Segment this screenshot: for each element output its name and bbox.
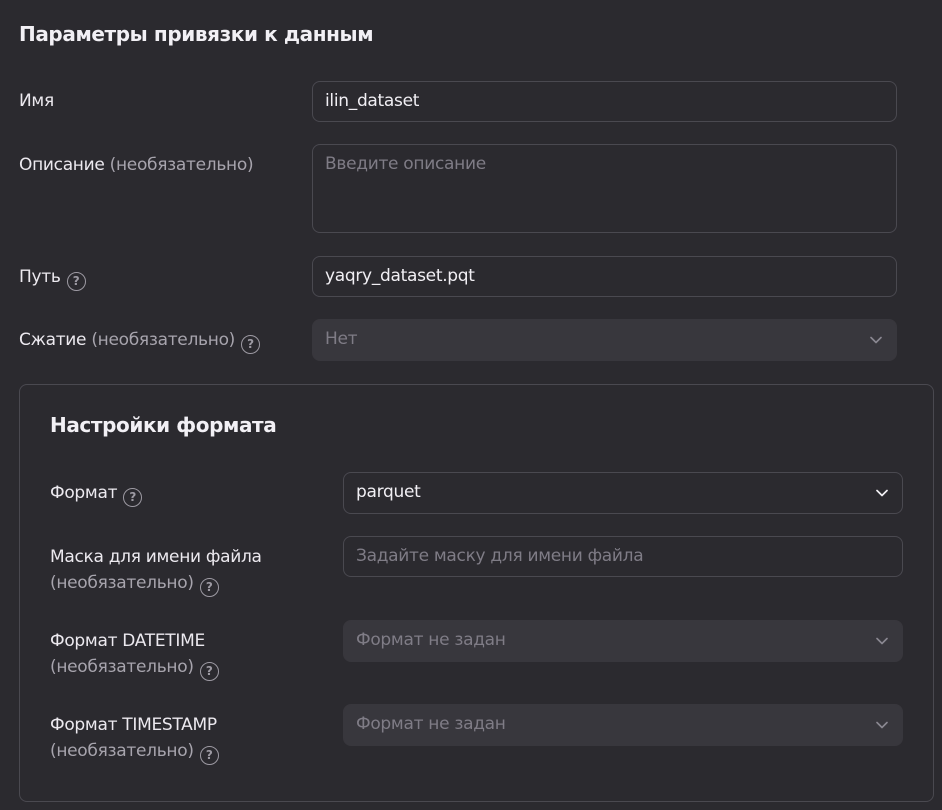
description-textarea[interactable]: Введите описание — [312, 144, 897, 233]
description-label-text: Описание — [19, 155, 105, 175]
compression-select-value: Нет — [325, 329, 358, 349]
format-settings-title: Настройки формата — [50, 413, 277, 437]
path-label: Путь? — [19, 264, 86, 291]
chevron-down-icon — [876, 489, 888, 497]
file-mask-input[interactable]: Задайте маску для имени файла — [343, 536, 903, 577]
datetime-format-select[interactable]: Формат не задан — [343, 620, 903, 662]
file-mask-optional-text: (необязательно) — [50, 573, 194, 593]
section-title: Параметры привязки к данным — [19, 22, 374, 46]
description-optional-text: (необязательно) — [109, 155, 254, 175]
datetime-format-label: Формат DATETIME (необязательно)? — [50, 628, 219, 681]
chevron-down-icon — [876, 637, 888, 645]
name-input-value: ilin_dataset — [325, 91, 420, 111]
chevron-down-icon — [870, 336, 882, 344]
description-label: Описание (необязательно) — [19, 152, 254, 178]
timestamp-format-select[interactable]: Формат не задан — [343, 704, 903, 746]
compression-optional-text: (необязательно) — [91, 330, 235, 350]
name-label-text: Имя — [19, 91, 54, 111]
question-circle-icon[interactable]: ? — [241, 335, 260, 354]
format-select-value: parquet — [356, 482, 421, 502]
path-input-value: yaqry_dataset.pqt — [325, 266, 475, 286]
format-label: Формат? — [50, 480, 143, 507]
path-input[interactable]: yaqry_dataset.pqt — [312, 256, 897, 297]
question-circle-icon[interactable]: ? — [123, 488, 143, 507]
timestamp-format-label: Формат TIMESTAMP (необязательно)? — [50, 712, 219, 765]
datetime-format-optional-text: (необязательно) — [50, 657, 194, 677]
file-mask-placeholder: Задайте маску для имени файла — [356, 546, 644, 566]
datetime-format-label-text: Формат DATETIME — [50, 631, 205, 651]
compression-label-text: Сжатие — [19, 330, 87, 350]
file-mask-label-text: Маска для имени файла — [50, 547, 262, 567]
question-circle-icon[interactable]: ? — [199, 662, 219, 681]
compression-label: Сжатие (необязательно)? — [19, 327, 260, 354]
path-label-text: Путь — [19, 267, 61, 287]
file-mask-label: Маска для имени файла (необязательно)? — [50, 544, 262, 597]
timestamp-format-label-text: Формат TIMESTAMP — [50, 715, 217, 735]
name-label: Имя — [19, 88, 54, 114]
description-placeholder: Введите описание — [325, 154, 486, 174]
timestamp-format-optional-text: (необязательно) — [50, 741, 194, 761]
format-label-text: Формат — [50, 483, 118, 503]
question-circle-icon[interactable]: ? — [66, 272, 86, 291]
chevron-down-icon — [876, 721, 888, 729]
datetime-format-value: Формат не задан — [356, 630, 506, 650]
question-circle-icon[interactable]: ? — [199, 746, 219, 765]
format-select[interactable]: parquet — [343, 472, 903, 514]
question-circle-icon[interactable]: ? — [199, 578, 219, 597]
name-input[interactable]: ilin_dataset — [312, 81, 897, 122]
compression-select[interactable]: Нет — [312, 319, 897, 361]
timestamp-format-value: Формат не задан — [356, 714, 506, 734]
